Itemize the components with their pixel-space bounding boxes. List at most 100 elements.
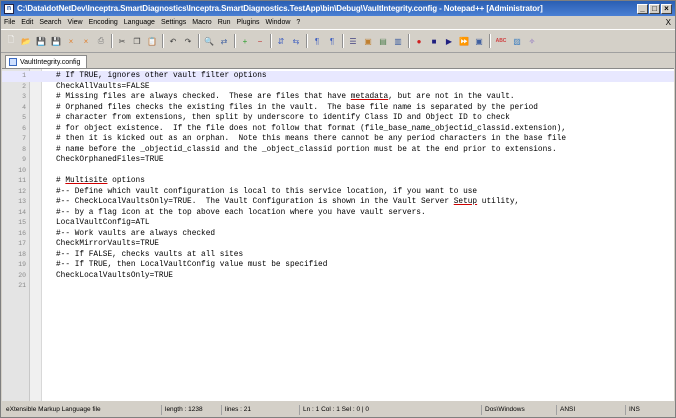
line-number: 1 [22, 72, 26, 79]
show-all-chars-icon[interactable]: ¶ [326, 35, 338, 48]
notepadpp-app-icon[interactable]: n [4, 3, 14, 14]
cut-icon[interactable]: ✂ [116, 35, 128, 48]
menu-item-help[interactable]: ? [293, 19, 303, 26]
editor-line: 16 #-- Work vaults are always checked [2, 229, 674, 240]
title-bar[interactable]: n C:\Data\dotNetDev\Inceptra.SmartDiagno… [1, 1, 675, 16]
line-number: 11 [18, 177, 26, 184]
find-icon[interactable]: 🔍 [203, 35, 215, 48]
editor-line: 6 # for object existence. If the file doe… [2, 124, 674, 135]
editor-line: 5 # character from extensions, then split… [2, 113, 674, 124]
close-all-icon[interactable]: × [80, 35, 92, 48]
sync-vertical-icon[interactable]: ⇵ [275, 35, 287, 48]
close-window-button[interactable]: × [661, 3, 672, 14]
status-insert-mode: INS [625, 405, 640, 415]
menu-item-settings[interactable]: Settings [158, 19, 189, 26]
record-macro-icon[interactable]: ● [413, 35, 425, 48]
run-macro-multiple-icon[interactable]: ⏩ [458, 35, 470, 48]
sync-horizontal-icon[interactable]: ⇆ [290, 35, 302, 48]
play-macro-icon[interactable]: ▶ [443, 35, 455, 48]
line-number: 20 [18, 271, 26, 279]
editor-line: 1 # If TRUE, ignores other vault filter o… [2, 71, 674, 82]
editor-line: 20 CheckLocalVaultsOnly=TRUE [2, 271, 674, 282]
replace-icon[interactable]: ⇄ [218, 35, 230, 48]
plugin-icon[interactable]: ▨ [511, 35, 523, 48]
toolbar-separator [342, 34, 344, 48]
menu-item-edit[interactable]: Edit [18, 19, 36, 26]
line-number: 2 [22, 82, 26, 90]
minimize-button[interactable]: _ [637, 3, 648, 14]
line-text: CheckLocalVaultsOnly=TRUE [56, 271, 173, 280]
line-number: 5 [22, 114, 26, 121]
editor-line: 11 # Multisite options [2, 176, 674, 187]
line-text: #-- Define which vault configuration is … [56, 187, 478, 196]
menu-item-view[interactable]: View [65, 19, 86, 26]
line-text-part: utility, [477, 198, 520, 206]
line-text: LocalVaultConfig=ATL [56, 219, 150, 227]
save-macro-icon[interactable]: ▣ [473, 35, 485, 48]
line-text: CheckOrphanedFiles=TRUE [56, 156, 164, 164]
menu-item-search[interactable]: Search [36, 19, 64, 26]
stop-macro-icon[interactable]: ■ [428, 35, 440, 48]
function-list-icon[interactable]: ▥ [392, 35, 404, 48]
text-editor[interactable]: 1 # If TRUE, ignores other vault filter o… [2, 68, 674, 401]
line-text: #-- by a flag icon at the top above each… [56, 208, 426, 217]
status-position: Ln : 1 Col : 1 Sel : 0 | 0 [299, 405, 369, 415]
redo-icon[interactable]: ↷ [182, 35, 194, 48]
menu-item-run[interactable]: Run [215, 19, 234, 26]
line-number: 18 [18, 250, 26, 258]
toolbar-separator [489, 34, 491, 48]
zoom-in-icon[interactable]: + [239, 35, 251, 48]
line-text: # name before the _objectid_classid and … [56, 145, 557, 154]
close-document-button[interactable]: X [666, 18, 675, 27]
language-icon[interactable]: ▣ [362, 35, 374, 48]
editor-lines: 1 # If TRUE, ignores other vault filter o… [2, 71, 674, 292]
menu-item-macro[interactable]: Macro [189, 19, 214, 26]
menu-item-encoding[interactable]: Encoding [86, 19, 121, 26]
line-number: 3 [22, 93, 26, 100]
editor-line: 18 #-- If FALSE, checks vaults at all sit… [2, 250, 674, 261]
line-text-part: options [107, 177, 145, 185]
window-controls: _ □ × [637, 3, 672, 14]
menu-item-window[interactable]: Window [263, 19, 294, 26]
undo-icon[interactable]: ↶ [167, 35, 179, 48]
line-text: # for object existence. If the file does… [56, 124, 566, 133]
indent-guide-icon[interactable]: ☰ [347, 35, 359, 48]
status-file-type: eXtensible Markup Language file [6, 406, 101, 413]
editor-line: 9 CheckOrphanedFiles=TRUE [2, 155, 674, 166]
menu-item-plugins[interactable]: Plugins [234, 19, 263, 26]
spellcheck-icon[interactable]: ABC [494, 35, 508, 48]
line-text: #-- CheckLocalVaultsOnly=TRUE. The Vault… [56, 197, 519, 208]
notepadpp-window: n C:\Data\dotNetDev\Inceptra.SmartDiagno… [0, 0, 676, 418]
line-text: #-- If TRUE, then LocalVaultConfig value… [56, 261, 328, 269]
doc-map-icon[interactable]: ▤ [377, 35, 389, 48]
paste-icon[interactable]: 📋 [146, 35, 158, 48]
close-icon[interactable]: × [65, 35, 77, 48]
spellcheck-underlined-word: Setup [453, 198, 478, 206]
tab-vaultintegrity-config[interactable]: VaultIntegrity.config [5, 55, 88, 68]
window-title: C:\Data\dotNetDev\Inceptra.SmartDiagnost… [17, 4, 543, 13]
menu-item-language[interactable]: Language [121, 19, 158, 26]
status-encoding: ANSI [556, 405, 575, 415]
maximize-button[interactable]: □ [649, 3, 660, 14]
line-text: CheckAllVaults=FALSE [56, 82, 150, 91]
line-text-part: , but are not in the vault. [388, 93, 515, 101]
save-all-icon[interactable]: 💾 [50, 35, 62, 48]
tools-icon[interactable]: ✧ [526, 35, 538, 48]
menu-item-file[interactable]: File [1, 19, 18, 26]
line-number: 21 [18, 282, 26, 289]
print-icon[interactable]: ⎙ [95, 35, 107, 48]
line-number: 13 [18, 198, 26, 205]
editor-line: 12 #-- Define which vault configuration i… [2, 187, 674, 198]
editor-line: 4 # Orphaned files checks the existing fi… [2, 103, 674, 114]
toolbar-separator [111, 34, 113, 48]
line-text: # Orphaned files checks the existing fil… [56, 103, 538, 112]
open-file-icon[interactable]: 📂 [20, 35, 32, 48]
editor-line: 15 LocalVaultConfig=ATL [2, 218, 674, 229]
zoom-out-icon[interactable]: − [254, 35, 266, 48]
save-icon[interactable]: 💾 [35, 35, 47, 48]
toolbar: 🗋 📂 💾 💾 × × ⎙ ✂ ❐ 📋 ↶ ↷ 🔍 ⇄ + − ⇵ ⇆ ¶ ¶ ☰ ▣ ▤ ▥ ● ■ ▶ ⏩ ▣ ABC ▨ ✧ [1, 29, 675, 53]
copy-icon[interactable]: ❐ [131, 35, 143, 48]
line-text: #-- If FALSE, checks vaults at all sites [56, 250, 244, 259]
new-file-icon[interactable]: 🗋 [5, 35, 17, 48]
word-wrap-icon[interactable]: ¶ [311, 35, 323, 48]
